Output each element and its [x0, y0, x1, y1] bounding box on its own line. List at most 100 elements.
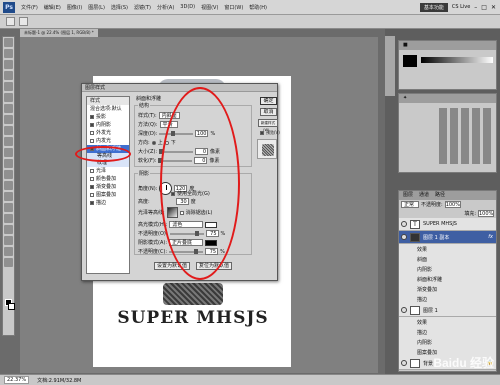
pen-tool-icon[interactable]: [4, 192, 13, 201]
radio-up[interactable]: [151, 140, 156, 145]
workspace-button[interactable]: 基本功能: [419, 2, 448, 12]
menu-window[interactable]: 窗口(W): [221, 4, 246, 11]
tool-preset-icon[interactable]: [6, 17, 15, 26]
effect-item[interactable]: 内阴影: [399, 337, 496, 347]
checkbox[interactable]: [90, 139, 94, 143]
color-swatch-black[interactable]: [403, 55, 417, 67]
preview-checkbox[interactable]: [260, 131, 264, 135]
menu-edit[interactable]: 编辑(E): [41, 4, 64, 11]
layer-row-selected[interactable]: 图层 1 副本 fx: [399, 231, 496, 244]
tab-channels[interactable]: 通道: [419, 191, 429, 200]
style-item[interactable]: 内阴影: [87, 121, 129, 129]
tab-layers[interactable]: 图层: [403, 191, 413, 200]
menu-layer[interactable]: 图层(L): [85, 4, 108, 11]
color-ramp[interactable]: [421, 57, 493, 63]
style-item[interactable]: 渐变叠加: [87, 183, 129, 191]
crop-tool-icon[interactable]: [4, 82, 13, 91]
cs-live-button[interactable]: CS Live: [452, 4, 470, 10]
gradient-tool-icon[interactable]: [4, 159, 13, 168]
minimize-icon[interactable]: –: [474, 4, 477, 11]
structure-title: 结构: [138, 102, 151, 109]
color-panel-tab[interactable]: ■: [399, 41, 496, 50]
marquee-tool-icon[interactable]: [4, 49, 13, 58]
layer-row[interactable]: 图层 1: [399, 304, 496, 317]
eye-icon[interactable]: [401, 360, 407, 366]
eye-icon[interactable]: [401, 221, 407, 227]
adjustment-icons-grid[interactable]: [439, 108, 493, 164]
effect-item[interactable]: 内阴影: [399, 264, 496, 274]
menu-help[interactable]: 帮助(H): [246, 4, 270, 11]
style-item[interactable]: 光泽: [87, 167, 129, 175]
menu-file[interactable]: 文件(F): [18, 4, 41, 11]
checkbox[interactable]: [90, 185, 94, 189]
path-select-tool-icon[interactable]: [4, 214, 13, 223]
photoshop-logo: Ps: [3, 1, 15, 13]
blend-mode-select[interactable]: 正常: [401, 201, 419, 208]
checkbox[interactable]: [90, 193, 94, 197]
opacity-input[interactable]: 100%: [444, 201, 461, 208]
checkbox[interactable]: [90, 169, 94, 173]
layer-row[interactable]: T SUPER MHSJS: [399, 218, 496, 231]
dodge-tool-icon[interactable]: [4, 181, 13, 190]
style-item[interactable]: 投影: [87, 113, 129, 121]
tools-panel: [2, 36, 15, 336]
angle-label: 角度(N):: [138, 186, 158, 192]
style-item[interactable]: 颜色叠加: [87, 175, 129, 183]
checkbox[interactable]: [90, 201, 94, 205]
style-item[interactable]: 图案叠加: [87, 191, 129, 199]
checkbox[interactable]: [90, 123, 94, 127]
new-style-button[interactable]: 新建样式(W)...: [258, 119, 278, 132]
ok-button[interactable]: 确定: [260, 97, 277, 105]
effect-item[interactable]: 斜面和浮雕: [399, 274, 496, 284]
zoom-level[interactable]: 22.37%: [4, 376, 30, 384]
text-layer-icon: T: [410, 219, 420, 229]
zoom-tool-icon[interactable]: [4, 258, 13, 267]
styles-header[interactable]: 样式: [87, 97, 129, 105]
menu-3d[interactable]: 3D(D): [177, 4, 198, 10]
effect-item[interactable]: 描边: [399, 327, 496, 337]
adjustments-panel-tab[interactable]: ✦: [399, 94, 496, 103]
style-item[interactable]: 外发光: [87, 129, 129, 137]
type-tool-icon[interactable]: [4, 203, 13, 212]
effect-item[interactable]: 斜面: [399, 254, 496, 264]
menu-filter[interactable]: 滤镜(T): [131, 4, 154, 11]
maximize-icon[interactable]: □: [481, 4, 487, 11]
brush-option-icon[interactable]: [19, 17, 28, 26]
blend-options-item[interactable]: 混合选项:默认: [87, 105, 129, 113]
checkbox[interactable]: [90, 177, 94, 181]
effect-item[interactable]: 描边: [399, 294, 496, 304]
quick-select-tool-icon[interactable]: [4, 71, 13, 80]
brush-tool-icon[interactable]: [4, 115, 13, 124]
effect-item[interactable]: 效果: [399, 317, 496, 327]
blur-tool-icon[interactable]: [4, 170, 13, 179]
layer-name: 图层 1 副本: [423, 234, 450, 241]
menu-image[interactable]: 图像(I): [64, 4, 85, 11]
move-tool-icon[interactable]: [4, 38, 13, 47]
tab-paths[interactable]: 路径: [435, 191, 445, 200]
checkbox[interactable]: [90, 115, 94, 119]
layers-panel-tabs[interactable]: 图层 通道 路径: [399, 191, 496, 200]
fill-input[interactable]: 100%: [478, 210, 494, 217]
checkbox[interactable]: [90, 131, 94, 135]
menu-analysis[interactable]: 分析(A): [154, 4, 177, 11]
3d-rotate-tool-icon[interactable]: [4, 236, 13, 245]
style-item[interactable]: 内发光: [87, 137, 129, 145]
eye-icon[interactable]: [401, 307, 407, 313]
history-brush-tool-icon[interactable]: [4, 137, 13, 146]
menu-select[interactable]: 选择(S): [108, 4, 131, 11]
lasso-tool-icon[interactable]: [4, 60, 13, 69]
document-tab[interactable]: 未标题-1 @ 22.4% (图层 1, RGB/8) *: [20, 29, 98, 37]
style-item[interactable]: 描边: [87, 199, 129, 207]
background-color-swatch[interactable]: [8, 303, 15, 310]
shape-tool-icon[interactable]: [4, 225, 13, 234]
eye-icon[interactable]: [401, 234, 407, 240]
stamp-tool-icon[interactable]: [4, 126, 13, 135]
effect-item[interactable]: 渐变叠加: [399, 284, 496, 294]
eyedropper-tool-icon[interactable]: [4, 93, 13, 102]
menu-view[interactable]: 视图(V): [198, 4, 221, 11]
close-icon[interactable]: ✕: [491, 4, 496, 11]
healing-tool-icon[interactable]: [4, 104, 13, 113]
eraser-tool-icon[interactable]: [4, 148, 13, 157]
cancel-button[interactable]: 取消: [260, 108, 277, 116]
hand-tool-icon[interactable]: [4, 247, 13, 256]
